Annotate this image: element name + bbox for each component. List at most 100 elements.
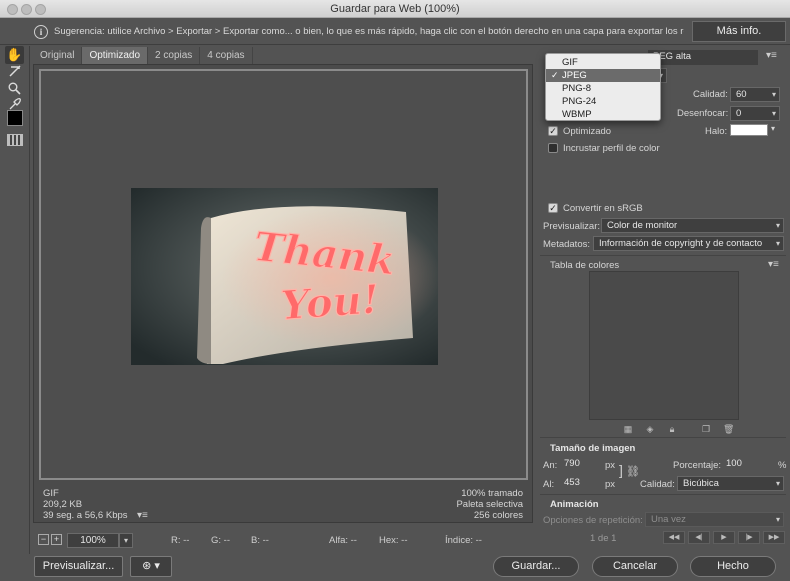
embed-color-profile-checkbox[interactable]	[548, 143, 558, 153]
color-table-label: Tabla de colores	[550, 260, 620, 271]
section-divider	[540, 255, 786, 256]
title-bar: Guardar para Web (100%)	[0, 0, 790, 18]
percent-label: Porcentaje:	[673, 460, 722, 471]
view-tabs: Original Optimizado 2 copias 4 copias	[33, 47, 253, 64]
convert-srgb-label: Convertir en sRGB	[563, 203, 643, 214]
chevron-down-icon[interactable]: ▾	[771, 124, 775, 133]
new-color-icon[interactable]: ❐	[701, 424, 711, 434]
quality-select[interactable]: 60 ▾	[730, 87, 780, 102]
download-speed-menu-icon[interactable]: ▾≡	[137, 510, 148, 521]
metadata-select[interactable]: Información de copyright y de contacto ▾	[593, 236, 784, 251]
cancel-button[interactable]: Cancelar	[592, 556, 678, 577]
quality-label: Calidad:	[693, 89, 728, 100]
format-stat: GIF	[43, 488, 59, 499]
next-frame-button[interactable]: |▶	[738, 531, 760, 544]
width-label: An:	[543, 460, 558, 471]
tab-2-up[interactable]: 2 copias	[148, 47, 201, 64]
done-button[interactable]: Hecho	[690, 556, 776, 577]
format-option-jpeg[interactable]: ✓ JPEG	[546, 69, 660, 82]
slice-visibility-toggle-icon[interactable]	[7, 134, 23, 146]
format-option-png24[interactable]: PNG-24	[546, 95, 660, 108]
eyedropper-color-swatch[interactable]	[7, 110, 23, 126]
preset-select[interactable]: PEG alta	[648, 50, 758, 65]
convert-srgb-checkbox[interactable]: ✓	[548, 203, 558, 213]
browser-select-button[interactable]: ⊛ ▾	[130, 556, 172, 577]
close-window-button[interactable]	[7, 4, 18, 15]
image-size-title: Tamaño de imagen	[550, 443, 636, 454]
minimize-window-button[interactable]	[21, 4, 32, 15]
browser-icon: ⊛ ▾	[142, 560, 160, 572]
hand-tool-icon[interactable]: ✋	[5, 46, 24, 64]
embed-color-profile-label: Incrustar perfil de color	[563, 143, 660, 154]
chevron-down-icon: ▾	[771, 109, 776, 118]
height-unit: px	[605, 479, 616, 490]
dither-stat: 100% tramado	[461, 488, 523, 499]
more-info-button[interactable]: Más info.	[692, 21, 786, 42]
zoom-out-button[interactable]: −	[38, 534, 49, 545]
chevron-down-icon: ▾	[775, 479, 780, 488]
quality-value: 60	[736, 89, 747, 100]
first-frame-button[interactable]: ◀◀	[663, 531, 685, 544]
red-readout: R: --	[171, 535, 190, 546]
height-value: 453	[564, 477, 580, 488]
info-icon: i	[34, 25, 48, 39]
chevron-down-icon[interactable]: ▾	[119, 533, 133, 548]
format-option-gif[interactable]: GIF	[546, 56, 660, 69]
trash-icon[interactable]: 🗑︎	[723, 424, 734, 434]
save-button[interactable]: Guardar...	[493, 556, 579, 577]
height-label: Al:	[543, 479, 555, 490]
map-color-icon[interactable]: ▦	[623, 424, 633, 434]
web-shift-icon[interactable]: ◈	[645, 424, 655, 434]
neon-text-line-2: You!	[279, 276, 380, 330]
preview-in-browser-button[interactable]: Previsualizar...	[34, 556, 123, 577]
preview-canvas[interactable]: Thank You!	[39, 69, 528, 480]
width-unit: px	[605, 460, 616, 471]
percent-value: 100	[726, 458, 742, 469]
format-option-wbmp[interactable]: WBMP	[546, 108, 660, 121]
colors-stat: 256 colores	[473, 510, 523, 521]
matte-color-swatch[interactable]	[730, 124, 768, 136]
zoom-in-button[interactable]: +	[51, 534, 62, 545]
metadata-value: Información de copyright y de contacto	[599, 238, 763, 249]
blur-select[interactable]: 0 ▾	[730, 106, 780, 121]
color-table[interactable]	[589, 271, 739, 420]
preview-mode-label: Previsualizar:	[543, 221, 601, 232]
format-dropdown-menu: GIF ✓ JPEG PNG-8 PNG-24 WBMP	[545, 53, 661, 121]
chevron-down-icon: ▾	[775, 221, 780, 230]
chain-icon[interactable]: ⛓︎	[626, 465, 640, 478]
link-proportions-icon[interactable]: ]	[619, 462, 623, 478]
loop-options-value: Una vez	[651, 514, 686, 525]
download-time-stat: 39 seg. a 56,6 Kbps	[43, 510, 128, 521]
preview-mode-select[interactable]: Color de monitor ▾	[601, 218, 784, 233]
resample-select[interactable]: Bicúbica ▾	[677, 476, 784, 491]
previous-frame-button[interactable]: ◀|	[688, 531, 710, 544]
checkmark-icon: ✓	[551, 70, 559, 80]
section-divider	[540, 494, 786, 495]
percent-field[interactable]: 100	[721, 457, 771, 472]
blur-label: Desenfocar:	[677, 108, 729, 119]
preview-pane: Thank You! GIF 209,2 KB 39 seg. a 56,6 K…	[33, 64, 533, 523]
tab-optimized[interactable]: Optimizado	[82, 47, 149, 64]
metadata-label: Metadatos:	[543, 239, 590, 250]
last-frame-button[interactable]: ▶▶	[763, 531, 785, 544]
optimized-checkbox[interactable]: ✓	[548, 126, 558, 136]
lock-color-icon[interactable]: 🔒︎	[667, 424, 677, 434]
hint-text: Sugerencia: utilice Archivo > Exportar >…	[54, 26, 684, 37]
tool-bar: ✋	[0, 46, 30, 554]
width-field[interactable]: 790	[559, 457, 604, 472]
alpha-readout: Alfa: --	[329, 535, 357, 546]
percent-unit: %	[778, 460, 787, 471]
play-button[interactable]: ▶	[713, 531, 735, 544]
zoom-level-field[interactable]: 100%	[67, 533, 119, 548]
format-option-png8[interactable]: PNG-8	[546, 82, 660, 95]
optimize-menu-icon[interactable]: ▾≡	[766, 50, 777, 61]
tab-original[interactable]: Original	[33, 47, 83, 64]
zoom-window-button[interactable]	[35, 4, 46, 15]
blue-readout: B: --	[251, 535, 269, 546]
slice-select-tool-icon[interactable]	[5, 64, 24, 82]
loop-options-select[interactable]: Una vez ▾	[645, 512, 784, 527]
color-table-menu-icon[interactable]: ▾≡	[768, 259, 779, 270]
height-field[interactable]: 453	[559, 476, 604, 491]
tab-4-up[interactable]: 4 copias	[200, 47, 253, 64]
hex-readout: Hex: --	[379, 535, 408, 546]
